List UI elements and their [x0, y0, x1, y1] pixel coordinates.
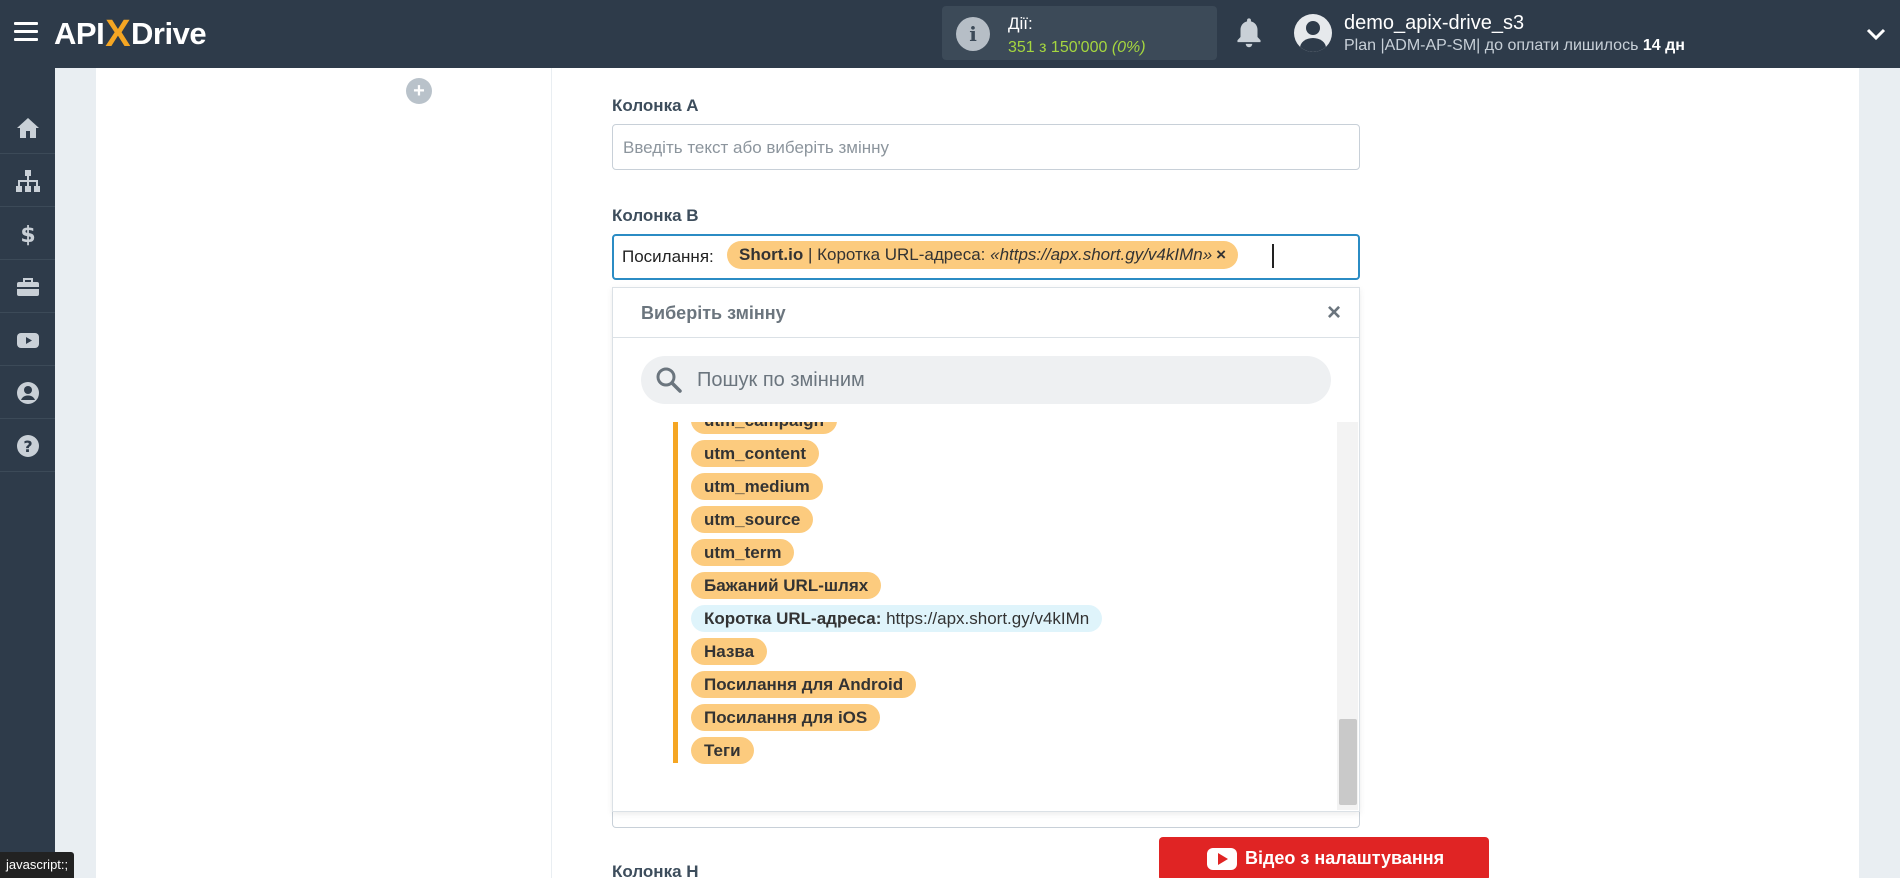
svg-text:?: ?: [23, 437, 32, 456]
username[interactable]: demo_apix-drive_s3: [1344, 12, 1524, 35]
variable-item[interactable]: utm_term: [691, 539, 795, 566]
sidebar-item-video[interactable]: [0, 314, 55, 366]
variable-tag[interactable]: Short.io | Коротка URL-адреса: «https://…: [727, 241, 1239, 269]
sitemap-icon: [15, 169, 40, 192]
sidebar: $ ?: [0, 68, 55, 878]
sidebar-item-connections[interactable]: [0, 155, 55, 207]
variable-item[interactable]: utm_content: [691, 440, 819, 467]
plan-info: Plan |ADM-AP-SM| до оплати лишилось 14 д…: [1344, 37, 1685, 54]
menu-icon[interactable]: [14, 22, 38, 42]
column-a-placeholder: Введіть текст або виберіть змінну: [623, 138, 890, 157]
home-icon: [16, 117, 39, 138]
variable-item[interactable]: Теги: [691, 737, 754, 764]
youtube-icon: [1207, 848, 1237, 870]
sidebar-item-home[interactable]: [0, 102, 55, 154]
chevron-down-icon[interactable]: [1864, 22, 1888, 46]
sidebar-item-services[interactable]: [0, 261, 55, 313]
variable-item[interactable]: Назва: [691, 638, 768, 665]
logo[interactable]: API X Drive: [54, 12, 207, 56]
svg-text:$: $: [20, 223, 35, 247]
column-b-prefix: Посилання:: [622, 247, 714, 266]
dropdown-header: Виберіть змінну ×: [613, 288, 1359, 338]
column-a-input[interactable]: Введіть текст або виберіть змінну: [612, 124, 1360, 170]
remove-tag-icon[interactable]: ×: [1216, 245, 1226, 264]
variable-item[interactable]: utm_medium: [691, 473, 823, 500]
text-caret: [1272, 244, 1274, 268]
dropdown-title: Виберіть змінну: [641, 303, 786, 323]
variable-item-selected[interactable]: Коротка URL-адреса: https://apx.short.gy…: [691, 605, 1103, 632]
variable-list: utm_campaign utm_content utm_medium utm_…: [613, 422, 1359, 778]
info-icon: i: [956, 17, 990, 51]
left-panel: +: [96, 68, 551, 878]
variable-item[interactable]: utm_campaign: [691, 422, 837, 434]
close-icon[interactable]: ×: [1327, 299, 1341, 327]
logo-x: X: [105, 12, 131, 55]
add-step-button[interactable]: +: [406, 78, 432, 104]
bell-icon[interactable]: [1234, 16, 1264, 50]
logo-text-api: API: [54, 16, 105, 51]
group-bar: [673, 422, 678, 763]
help-icon: ?: [16, 434, 39, 457]
column-b-label: Колонка B: [612, 206, 699, 225]
top-bar: API X Drive i Дії: 351 з 150'000 (0%) demo…: [0, 0, 1900, 68]
variable-item[interactable]: utm_source: [691, 506, 814, 533]
dollar-icon: $: [20, 223, 35, 247]
variable-dropdown: Виберіть змінну × Пошук по змінним utm_c…: [612, 287, 1360, 812]
actions-counter: i Дії: 351 з 150'000 (0%): [942, 6, 1217, 60]
search-icon: [656, 367, 682, 393]
briefcase-icon: [16, 277, 39, 296]
logo-text-drive: Drive: [131, 16, 207, 51]
actions-count: 351 з 150'000 (0%): [1008, 39, 1146, 56]
variable-search-input[interactable]: Пошук по змінним: [641, 356, 1331, 404]
sidebar-item-profile[interactable]: [0, 367, 55, 419]
column-b-input[interactable]: Посилання: Short.io | Коротка URL-адреса…: [612, 234, 1360, 280]
youtube-icon: [16, 332, 39, 348]
avatar[interactable]: [1294, 14, 1332, 52]
user-icon: [16, 381, 39, 404]
search-placeholder: Пошук по змінним: [697, 369, 865, 391]
column-h-label: Колонка H: [612, 862, 699, 878]
sidebar-item-billing[interactable]: $: [0, 208, 55, 260]
video-tutorial-button[interactable]: Відео з налаштування: [1159, 837, 1489, 878]
variable-item[interactable]: Бажаний URL-шлях: [691, 572, 882, 599]
variable-item[interactable]: Посилання для iOS: [691, 704, 881, 731]
status-bar: javascript:;: [0, 852, 75, 878]
sidebar-item-help[interactable]: ?: [0, 420, 55, 472]
actions-label: Дії:: [1008, 14, 1033, 33]
variable-item[interactable]: Посилання для Android: [691, 671, 917, 698]
column-a-label: Колонка A: [612, 96, 699, 115]
video-button-label: Відео з налаштування: [1245, 848, 1445, 868]
dropdown-scrollbar[interactable]: [1337, 422, 1358, 810]
scrollbar-thumb[interactable]: [1339, 719, 1357, 805]
